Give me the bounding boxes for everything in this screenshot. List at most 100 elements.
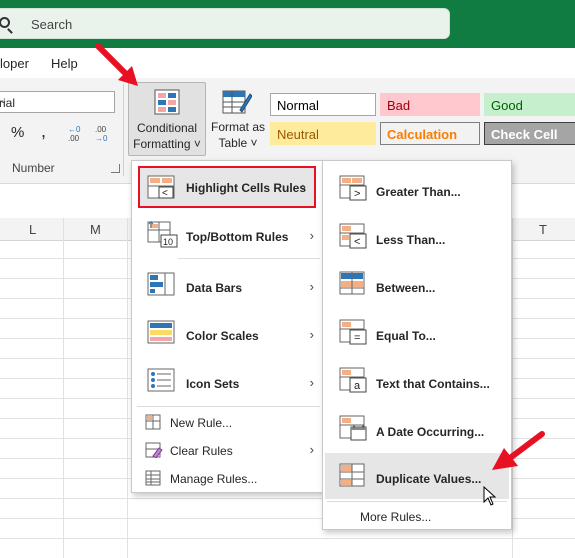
highlight-cells-icon: < [147, 175, 177, 204]
menu-item-manage-rules[interactable]: Manage Rules... [132, 465, 322, 492]
menu-item-new-rule[interactable]: New Rule... [132, 409, 322, 436]
chevron-down-icon: ⌄ [0, 95, 8, 106]
cf-button-label-1: Conditional [136, 121, 198, 135]
grid-line [512, 218, 513, 558]
menu-item-top-bottom-rules[interactable]: 10 Top/Bottom Rules › [132, 213, 322, 257]
annotation-arrow-icon [92, 40, 144, 95]
submenu-item-greater-than[interactable]: > Greater Than... [323, 165, 511, 213]
menu-item-color-scales[interactable]: Color Scales › [132, 311, 322, 355]
duplicate-values-icon [339, 463, 369, 494]
menu-separator [137, 406, 320, 407]
highlight-cells-label: Highlight Cells Rules [186, 181, 307, 195]
submenu-item-duplicate-values[interactable]: Duplicate Values... [325, 453, 509, 499]
style-normal-label: Normal [277, 98, 319, 113]
menu-separator [178, 258, 320, 259]
increase-decimal-icon[interactable]: ←0.00 [64, 124, 86, 143]
svg-text:>: > [354, 188, 360, 200]
icon-sets-label: Icon Sets [186, 377, 240, 391]
less-than-icon: < [339, 223, 369, 254]
search-placeholder: Search [31, 17, 73, 32]
svg-text:→0: →0 [95, 134, 108, 142]
greater-than-label: Greater Than... [376, 185, 461, 199]
cell-styles-gallery: Normal Bad Good Neutral Calculation Chec… [268, 90, 575, 150]
icon-sets-icon [147, 368, 175, 395]
submenu-item-date-occurring[interactable]: A Date Occurring... [323, 405, 511, 453]
manage-rules-label: Manage Rules... [170, 472, 258, 486]
svg-text:<: < [162, 188, 168, 199]
search-box[interactable]: Search [0, 8, 450, 39]
grid-line [63, 218, 64, 558]
column-header-m[interactable]: M [90, 222, 101, 237]
style-neutral-label: Neutral [277, 127, 319, 142]
style-check-cell-label: Check Cell [491, 127, 558, 142]
chevron-right-icon: › [301, 179, 306, 194]
data-bars-label: Data Bars [186, 281, 243, 295]
date-occurring-icon [339, 415, 369, 446]
number-dialog-launcher[interactable] [111, 164, 120, 173]
data-bars-icon [147, 272, 175, 299]
submenu-item-equal-to[interactable]: = Equal To... [323, 309, 511, 357]
between-icon [339, 271, 369, 302]
more-rules-label: More Rules... [360, 510, 432, 524]
svg-text:10: 10 [163, 237, 173, 247]
tab-developer[interactable]: loper [0, 56, 29, 71]
style-check-cell[interactable]: Check Cell [484, 122, 575, 145]
new-rule-label: New Rule... [170, 416, 233, 430]
cf-button-label-2: Formatting ˅ [133, 137, 201, 151]
conditional-formatting-menu: < Highlight Cells Rules › 10 Top/Bottom … [131, 160, 323, 493]
fat-button-label-1: Format as [210, 120, 265, 134]
submenu-item-text-contains[interactable]: a Text that Contains... [323, 357, 511, 405]
submenu-item-less-than[interactable]: < Less Than... [323, 213, 511, 261]
svg-text:.00: .00 [68, 134, 80, 142]
style-normal[interactable]: Normal [270, 93, 376, 116]
date-occurring-label: A Date Occurring... [376, 425, 485, 439]
chevron-right-icon: › [309, 327, 314, 342]
style-good-label: Good [491, 98, 523, 113]
style-good[interactable]: Good [484, 93, 575, 116]
text-contains-icon: a [339, 367, 369, 398]
group-divider [123, 84, 124, 176]
style-neutral[interactable]: Neutral [270, 122, 376, 145]
svg-text:a: a [354, 380, 361, 392]
menu-item-clear-rules[interactable]: Clear Rules › [132, 437, 322, 464]
less-than-label: Less Than... [376, 233, 446, 247]
column-header-t[interactable]: T [539, 222, 547, 237]
duplicate-values-label: Duplicate Values... [376, 472, 482, 486]
annotation-arrow-icon [486, 430, 546, 477]
svg-text:.00: .00 [95, 125, 107, 134]
menu-item-icon-sets[interactable]: Icon Sets › [132, 359, 322, 403]
clear-rules-icon [145, 442, 163, 461]
format-as-table-button[interactable]: Format as Table ˅ [210, 82, 266, 156]
column-header-l[interactable]: L [29, 222, 36, 237]
text-contains-label: Text that Contains... [376, 377, 490, 391]
greater-than-icon: > [339, 175, 369, 206]
submenu-item-between[interactable]: Between... [323, 261, 511, 309]
search-icon [0, 17, 10, 28]
manage-rules-icon [145, 470, 161, 489]
style-calculation[interactable]: Calculation [380, 122, 480, 145]
chevron-right-icon: › [309, 375, 314, 390]
top-bottom-icon: 10 [147, 220, 179, 252]
highlight-cells-submenu: > Greater Than... < Less Than... Between… [322, 160, 512, 530]
tab-help[interactable]: Help [51, 56, 78, 71]
menu-item-highlight-cells-rules[interactable]: < Highlight Cells Rules › [138, 166, 316, 208]
conditional-formatting-icon [154, 89, 182, 120]
grid-line [0, 538, 575, 539]
menu-separator [327, 501, 507, 502]
style-bad[interactable]: Bad [380, 93, 480, 116]
equal-to-icon: = [339, 319, 369, 350]
mouse-cursor-icon [483, 485, 499, 511]
style-bad-label: Bad [387, 98, 411, 113]
between-label: Between... [376, 281, 436, 295]
number-group-label: Number [12, 161, 55, 175]
menu-item-data-bars[interactable]: Data Bars › [132, 263, 322, 307]
grid-line [127, 218, 128, 558]
svg-text:←0: ←0 [68, 125, 81, 134]
comma-style-button[interactable]: , [41, 121, 46, 142]
decrease-decimal-icon[interactable]: .00 →0 [92, 124, 114, 143]
chevron-right-icon: › [309, 228, 314, 243]
format-as-table-icon [222, 88, 253, 119]
percent-style-button[interactable]: % [11, 124, 24, 141]
ribbon-tab-row: loper Help [0, 48, 575, 78]
color-scales-label: Color Scales [186, 329, 259, 343]
